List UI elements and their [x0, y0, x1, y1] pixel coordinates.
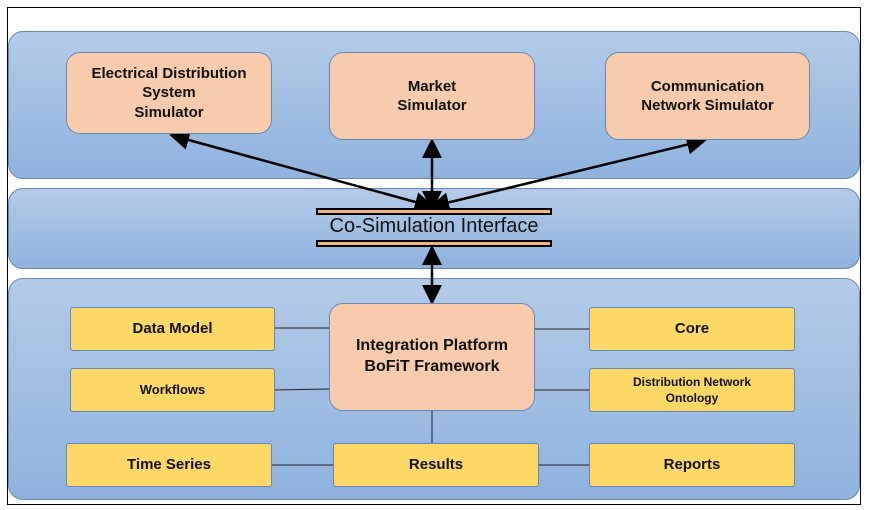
results: Results — [333, 443, 539, 487]
arrow-electrical — [169, 130, 435, 212]
interface-bar-top — [316, 208, 552, 215]
distribution-network-ontology: Distribution Network Ontology — [589, 368, 795, 412]
reports: Reports — [589, 443, 795, 487]
electrical-distribution-simulator: Electrical Distribution System Simulator — [66, 52, 272, 134]
arrow-communication — [429, 134, 707, 213]
integration-platform: Integration Platform BoFiT Framework — [329, 303, 535, 411]
data-model: Data Model — [70, 307, 275, 351]
communication-network-simulator: Communication Network Simulator — [605, 52, 810, 140]
time-series: Time Series — [66, 443, 272, 487]
interface-bar-bottom — [316, 240, 552, 247]
core: Core — [589, 307, 795, 351]
market-simulator: Market Simulator — [329, 52, 535, 140]
co-simulation-interface: Co-Simulation Interface — [329, 215, 539, 237]
workflows: Workflows — [70, 368, 275, 412]
